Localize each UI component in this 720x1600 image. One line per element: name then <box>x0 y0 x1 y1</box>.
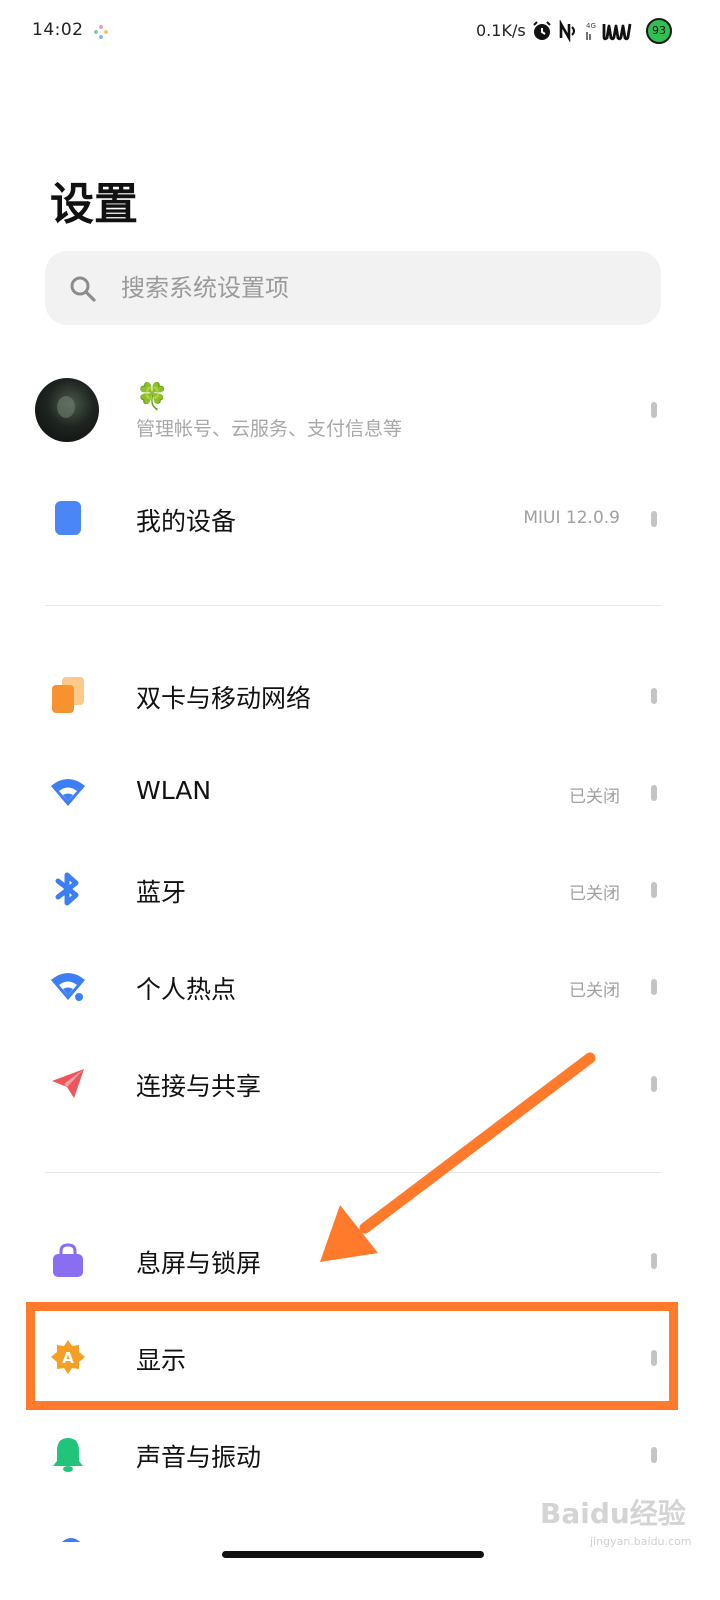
chevron-right-icon <box>651 785 657 801</box>
search-icon <box>70 276 96 302</box>
item-label: 息屏与锁屏 <box>136 1249 262 1278</box>
nfc-icon <box>559 20 575 42</box>
chevron-right-icon <box>651 1076 657 1092</box>
settings-item-bluetooth[interactable]: 蓝牙 已关闭 <box>0 841 720 937</box>
item-value: 已关闭 <box>569 787 620 807</box>
signal-4g-icon: 4G <box>586 22 596 40</box>
divider <box>45 605 661 606</box>
search-input[interactable] <box>121 269 621 307</box>
account-row[interactable]: 🍀 管理帐号、云服务、支付信息等 <box>0 362 720 458</box>
item-label: 个人热点 <box>136 975 237 1004</box>
search-bar[interactable] <box>45 251 661 325</box>
item-value: 已关闭 <box>569 884 620 904</box>
settings-item-lock-screen[interactable]: 息屏与锁屏 <box>0 1212 720 1308</box>
notification-dots-icon <box>94 25 108 39</box>
watermark-logo: Baidu经验 <box>540 1497 686 1530</box>
chevron-right-icon <box>651 688 657 704</box>
item-label: 双卡与移动网络 <box>136 684 312 713</box>
item-value: MIUI 12.0.9 <box>523 508 620 528</box>
item-label: 我的设备 <box>136 507 237 536</box>
item-label: 显示 <box>136 1346 187 1375</box>
settings-item-sim[interactable]: 双卡与移动网络 <box>0 647 720 743</box>
sim-cards-icon <box>52 677 84 713</box>
chevron-right-icon <box>651 402 657 418</box>
paper-plane-icon <box>52 1069 84 1098</box>
settings-item-wlan[interactable]: WLAN 已关闭 <box>0 744 720 840</box>
lock-bag-icon <box>53 1243 83 1277</box>
chevron-right-icon <box>651 1350 657 1366</box>
account-name: 🍀 <box>136 382 169 412</box>
status-bar: 14:02 0.1K/s 4G 93 <box>0 0 720 64</box>
settings-item-hotspot[interactable]: 个人热点 已关闭 <box>0 938 720 1034</box>
svg-text:4G: 4G <box>586 22 596 30</box>
account-subtitle: 管理帐号、云服务、支付信息等 <box>136 418 403 440</box>
partial-item-icon <box>62 1538 80 1542</box>
settings-item-sound-vibration[interactable]: 声音与振动 <box>0 1406 720 1502</box>
status-time: 14:02 <box>32 20 84 40</box>
device-icon <box>55 501 81 535</box>
wifi-icon <box>51 779 85 806</box>
divider <box>45 1172 661 1173</box>
battery-icon: 93 <box>646 18 672 44</box>
settings-item-my-device[interactable]: 我的设备 MIUI 12.0.9 <box>0 470 720 566</box>
item-label: 声音与振动 <box>136 1443 262 1472</box>
network-speed: 0.1K/s <box>476 21 526 40</box>
item-label: 连接与共享 <box>136 1072 262 1101</box>
item-label: WLAN <box>136 776 212 805</box>
chevron-right-icon <box>651 979 657 995</box>
item-value: 已关闭 <box>569 981 620 1001</box>
display-brightness-icon: A <box>51 1340 85 1374</box>
alarm-icon <box>533 21 551 40</box>
watermark-url: jingyan.baidu.com <box>590 1535 692 1548</box>
battery-level: 93 <box>652 24 666 37</box>
wifi-hotspot-icon <box>602 23 632 41</box>
chevron-right-icon <box>651 882 657 898</box>
settings-item-connection-sharing[interactable]: 连接与共享 <box>0 1035 720 1131</box>
settings-item-display[interactable]: A 显示 <box>0 1309 720 1405</box>
item-label: 蓝牙 <box>136 878 187 907</box>
svg-text:A: A <box>62 1349 74 1367</box>
bluetooth-icon <box>55 872 79 906</box>
chevron-right-icon <box>651 1253 657 1269</box>
home-indicator[interactable] <box>222 1551 484 1558</box>
page-title: 设置 <box>50 179 138 230</box>
hotspot-icon <box>51 973 85 1003</box>
avatar <box>35 378 99 442</box>
chevron-right-icon <box>651 1447 657 1463</box>
chevron-right-icon <box>651 511 657 527</box>
bell-icon <box>53 1438 83 1472</box>
